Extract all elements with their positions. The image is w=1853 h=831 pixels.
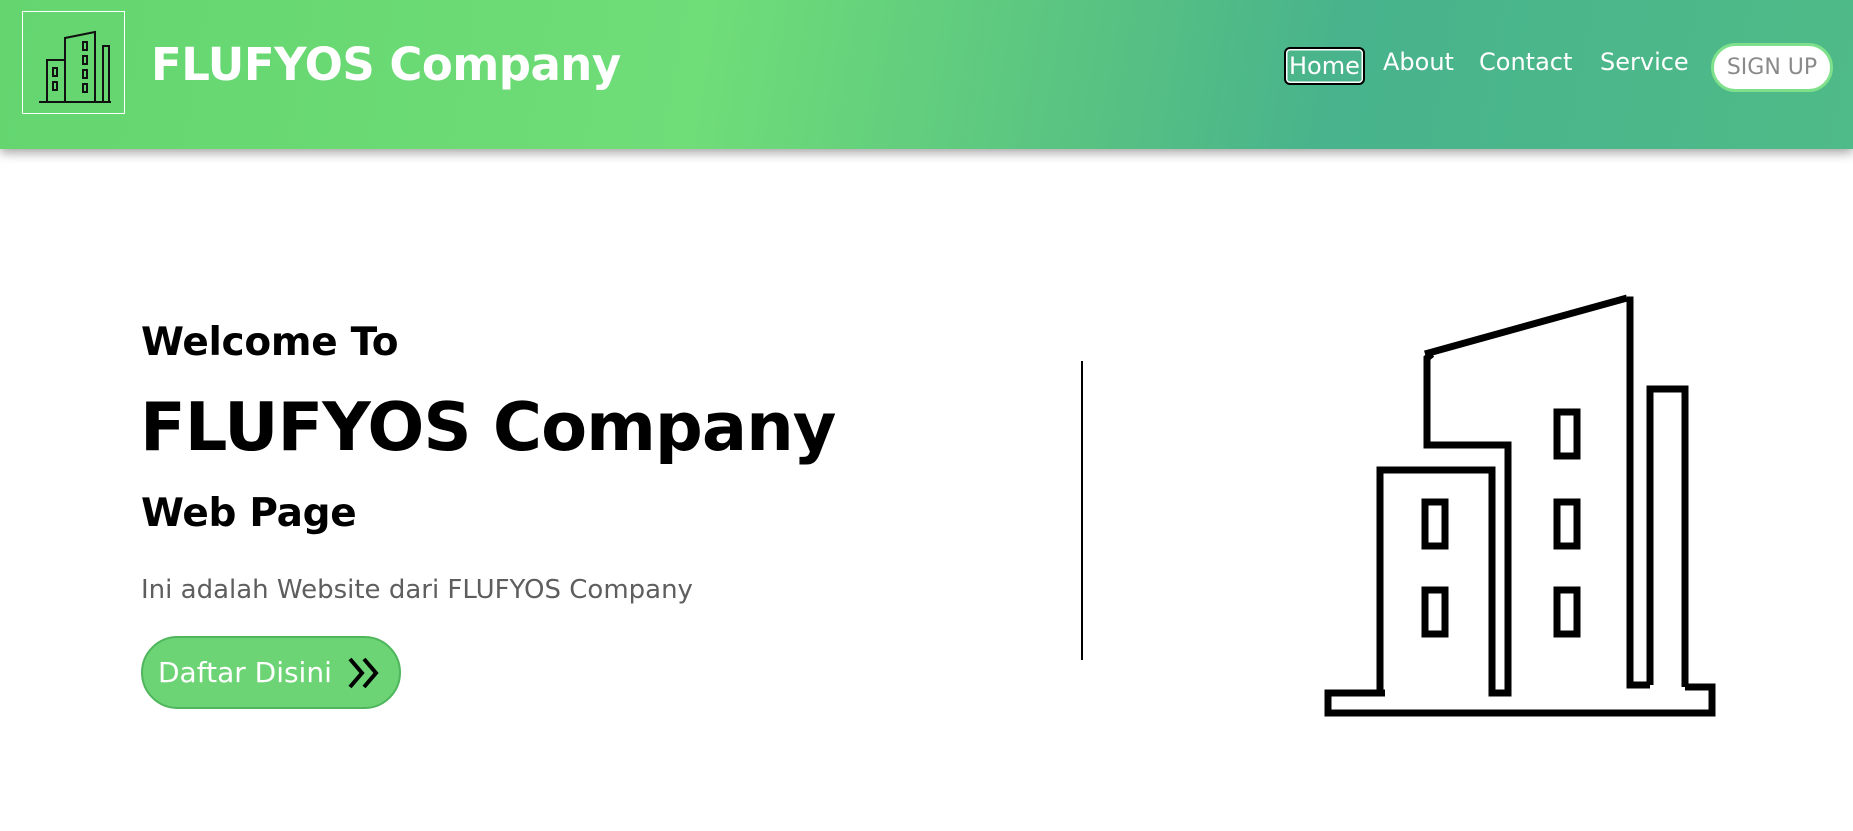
hero-subtitle: Web Page xyxy=(141,491,357,536)
hero-description: Ini adalah Website dari FLUFYOS Company xyxy=(141,575,693,605)
brand-title: FLUFYOS Company xyxy=(151,38,621,91)
register-button[interactable]: Daftar Disini xyxy=(141,636,401,709)
nav-contact-link[interactable]: Contact xyxy=(1479,48,1572,76)
chevrons-right-icon xyxy=(348,657,379,688)
building-icon xyxy=(1324,294,1716,717)
vertical-divider xyxy=(1081,361,1083,660)
nav-home-link[interactable]: Home xyxy=(1284,47,1365,85)
building-icon xyxy=(39,30,111,103)
nav-about-link[interactable]: About xyxy=(1383,48,1454,76)
logo[interactable] xyxy=(22,11,125,114)
hero-welcome-text: Welcome To xyxy=(141,320,399,365)
hero-title: FLUFYOS Company xyxy=(140,388,836,466)
nav-service-link[interactable]: Service xyxy=(1600,48,1689,76)
top-navbar: FLUFYOS Company Home About Contact Servi… xyxy=(0,0,1853,149)
register-button-label: Daftar Disini xyxy=(158,656,332,689)
sign-up-button[interactable]: SIGN UP xyxy=(1711,43,1833,92)
